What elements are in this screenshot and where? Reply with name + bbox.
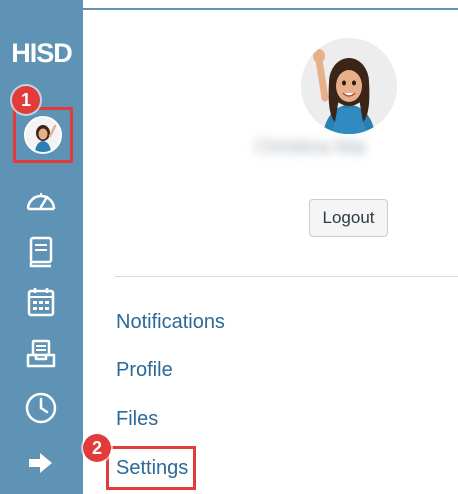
hisd-logo[interactable]: HISD (0, 38, 83, 69)
step-2-badge: 2 (83, 434, 111, 462)
notifications-link[interactable]: Notifications (116, 310, 225, 334)
logout-arrow-icon[interactable] (21, 443, 61, 483)
dashboard-icon[interactable] (21, 180, 61, 220)
inbox-icon[interactable] (21, 334, 61, 374)
profile-link[interactable]: Profile (116, 358, 173, 382)
courses-icon[interactable] (21, 232, 61, 272)
global-nav-sidebar: HISD (0, 0, 83, 494)
profile-avatar (301, 38, 397, 134)
account-nav-button[interactable] (13, 107, 73, 163)
logout-button[interactable]: Logout (309, 199, 388, 237)
history-icon[interactable] (21, 388, 61, 428)
panel-divider (115, 276, 458, 277)
panel-top-border (83, 8, 458, 10)
user-avatar-icon (24, 116, 62, 154)
settings-highlight-box (106, 446, 196, 490)
files-link[interactable]: Files (116, 407, 158, 431)
calendar-icon[interactable] (21, 282, 61, 322)
user-name: Christina Mai (255, 137, 366, 158)
step-1-badge: 1 (12, 86, 40, 114)
